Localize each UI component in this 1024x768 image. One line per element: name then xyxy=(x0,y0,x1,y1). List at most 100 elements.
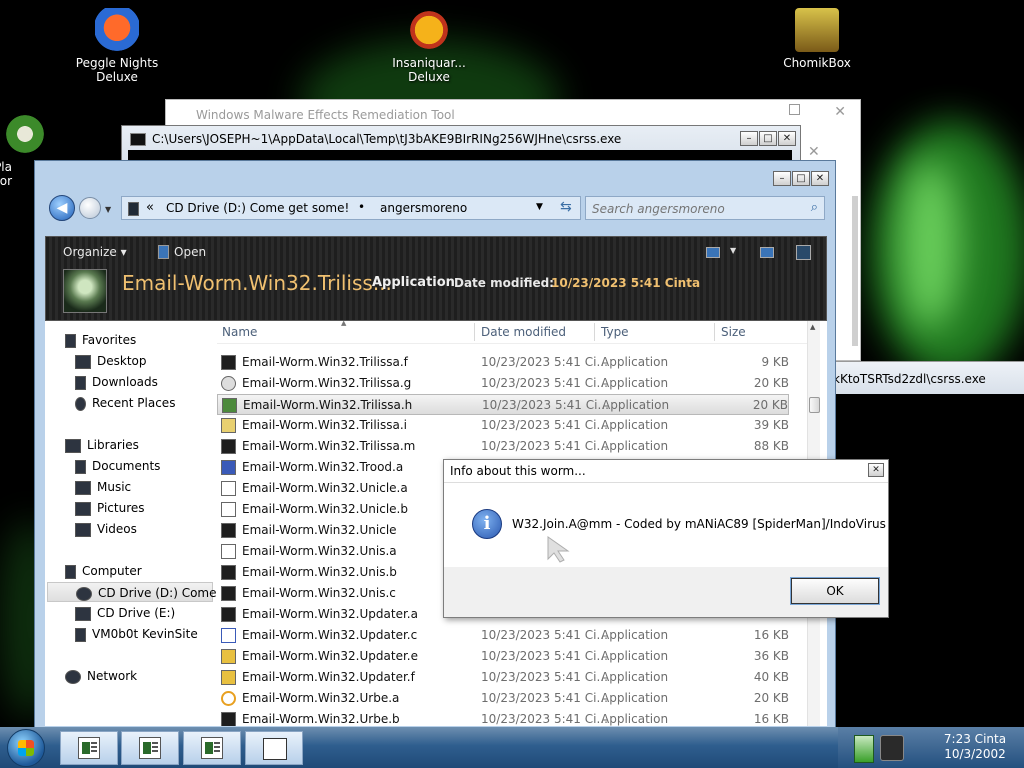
nav-libraries[interactable]: Libraries xyxy=(65,435,139,455)
file-type: Application xyxy=(602,398,670,412)
nav-recent-places[interactable]: Recent Places xyxy=(75,393,175,413)
column-header-date[interactable]: Date modified xyxy=(481,321,566,343)
table-row[interactable]: Email-Worm.Win32.Updater.f 10/23/2023 5:4… xyxy=(217,667,789,688)
start-button[interactable] xyxy=(7,729,45,767)
green-glow xyxy=(900,160,960,330)
file-size: 9 KB xyxy=(761,355,789,369)
column-headers: Name ▲ Date modified Type Size xyxy=(217,321,817,344)
nav-downloads[interactable]: Downloads xyxy=(75,372,158,392)
nav-desktop[interactable]: Desktop xyxy=(75,351,147,371)
table-row[interactable]: Email-Worm.Win32.Updater.e 10/23/2023 5:4… xyxy=(217,646,789,667)
search-icon[interactable]: ⌕ xyxy=(811,200,818,215)
tray-clock[interactable]: 7:23 Cinta 10/3/2002 xyxy=(932,732,1018,762)
file-date: 10/23/2023 5:41 Ci... xyxy=(481,376,608,390)
desktop-icon-insaniquarium[interactable]: Insaniquar... Deluxe xyxy=(374,8,484,84)
column-header-type[interactable]: Type xyxy=(601,321,629,343)
open-button[interactable]: Open xyxy=(174,245,206,259)
taskbar-item-1[interactable] xyxy=(60,731,118,765)
info-dialog[interactable]: Info about this worm... ✕ i W32.Join.A@m… xyxy=(443,459,889,618)
file-name: Email-Worm.Win32.Urbe.b xyxy=(242,712,400,726)
desktop-icon-chomikbox[interactable]: ChomikBox xyxy=(762,8,872,70)
table-row[interactable]: Email-Worm.Win32.Trilissa.g 10/23/2023 5:… xyxy=(217,373,789,394)
views-icon[interactable] xyxy=(706,247,720,258)
help-icon[interactable] xyxy=(796,245,811,260)
scroll-up-icon[interactable]: ▲ xyxy=(810,323,815,331)
videos-icon xyxy=(75,522,91,537)
table-row[interactable]: Email-Worm.Win32.Trilissa.f 10/23/2023 5:… xyxy=(217,352,789,373)
organize-button[interactable]: Organize ▾ xyxy=(63,245,127,259)
close-button[interactable]: ✕ xyxy=(811,171,829,186)
explorer-window[interactable]: – □ ✕ ◀ ▼ « CD Drive (D:) Come get some!… xyxy=(34,160,836,732)
desktop-icon-label: Peggle Nights Deluxe xyxy=(75,56,159,84)
breadcrumb-back[interactable]: « xyxy=(146,200,154,215)
nav-music[interactable]: Music xyxy=(75,477,131,497)
table-row[interactable]: Email-Worm.Win32.Trilissa.i 10/23/2023 5:… xyxy=(217,415,789,436)
breadcrumb-cd-drive[interactable]: CD Drive (D:) Come get some! xyxy=(166,201,349,215)
taskbar-item-2[interactable] xyxy=(121,731,179,765)
music-icon xyxy=(75,480,91,495)
nav-pictures[interactable]: Pictures xyxy=(75,498,145,518)
table-row[interactable]: Email-Worm.Win32.Urbe.a 10/23/2023 5:41 C… xyxy=(217,688,789,709)
nav-videos[interactable]: Videos xyxy=(75,519,137,539)
taskbar-item-explorer[interactable] xyxy=(245,731,303,765)
nav-computer[interactable]: Computer xyxy=(65,561,142,581)
chevron-down-icon[interactable]: ▼ xyxy=(536,202,543,212)
chevron-down-icon[interactable]: ▼ xyxy=(730,246,736,255)
table-row-selected[interactable]: Email-Worm.Win32.Trilissa.h 10/23/2023 5:… xyxy=(217,394,789,415)
file-size: 36 KB xyxy=(753,649,789,663)
file-type: Application xyxy=(601,712,669,726)
file-date: 10/23/2023 5:41 Ci... xyxy=(481,628,608,642)
recent-pages-icon[interactable]: ▼ xyxy=(105,205,111,214)
table-row[interactable]: Email-Worm.Win32.Trilissa.m 10/23/2023 5:… xyxy=(217,436,789,457)
tray-app-icon[interactable] xyxy=(880,735,904,761)
forward-button[interactable] xyxy=(79,197,101,219)
address-bar[interactable]: « CD Drive (D:) Come get some! • angersm… xyxy=(121,196,581,220)
scrollbar[interactable] xyxy=(852,196,858,346)
file-name: Email-Worm.Win32.Updater.a xyxy=(242,607,418,621)
table-row[interactable]: Email-Worm.Win32.Updater.c 10/23/2023 5:4… xyxy=(217,625,789,646)
file-type: Application xyxy=(601,418,669,432)
command-bar: Organize ▾ Open ▼ Email-Worm.Win32.Trili… xyxy=(45,236,827,321)
minimize-button[interactable]: – xyxy=(740,131,758,146)
file-icon xyxy=(221,712,236,726)
maximize-button[interactable]: □ xyxy=(792,171,810,186)
refresh-icon[interactable]: ⇆ xyxy=(560,199,572,215)
column-header-size[interactable]: Size xyxy=(721,321,746,343)
ok-button[interactable]: OK xyxy=(790,577,880,605)
minimize-button[interactable]: – xyxy=(773,171,791,186)
maximize-icon[interactable] xyxy=(789,104,800,115)
breadcrumb-folder[interactable]: angersmoreno xyxy=(380,201,467,215)
nav-network[interactable]: Network xyxy=(65,666,137,686)
file-name: Email-Worm.Win32.Unicle xyxy=(242,523,397,537)
file-date: 10/23/2023 5:41 Ci... xyxy=(481,355,608,369)
libraries-icon xyxy=(65,438,81,453)
nav-favorites[interactable]: Favorites xyxy=(65,330,136,350)
recent-places-icon xyxy=(75,396,86,411)
nav-label: Music xyxy=(97,480,132,494)
column-header-name[interactable]: Name xyxy=(222,321,257,343)
search-box[interactable]: ⌕ xyxy=(585,196,825,220)
file-size: 20 KB xyxy=(753,376,789,390)
file-thumbnail xyxy=(63,269,107,313)
close-button[interactable]: ✕ xyxy=(778,131,796,146)
desktop-icon-peggle[interactable]: Peggle Nights Deluxe xyxy=(62,8,172,84)
nav-vm-kevinsite[interactable]: VM0b0t KevinSite xyxy=(75,624,198,644)
pictures-icon xyxy=(75,501,91,516)
preview-pane-icon[interactable] xyxy=(760,247,774,258)
console-window-2[interactable]: kKtoTSRTsd2zdl\csrss.exe xyxy=(828,361,1024,395)
nav-documents[interactable]: Documents xyxy=(75,456,160,476)
nav-cd-drive-e[interactable]: CD Drive (E:) xyxy=(75,603,175,623)
column-separator xyxy=(714,323,715,341)
nav-cd-drive-d[interactable]: CD Drive (D:) Come xyxy=(47,582,217,602)
taskbar-item-3[interactable] xyxy=(183,731,241,765)
close-icon[interactable]: ✕ xyxy=(808,144,820,160)
file-name: Email-Worm.Win32.Unis.c xyxy=(242,586,396,600)
table-row[interactable]: Email-Worm.Win32.Urbe.b 10/23/2023 5:41 C… xyxy=(217,709,789,726)
search-input[interactable] xyxy=(590,199,794,219)
back-button[interactable]: ◀ xyxy=(49,195,75,221)
maximize-button[interactable]: □ xyxy=(759,131,777,146)
scroll-thumb[interactable] xyxy=(809,397,820,413)
close-button[interactable]: ✕ xyxy=(868,463,884,477)
show-desktop-icon[interactable] xyxy=(854,735,874,763)
close-icon[interactable]: ✕ xyxy=(834,104,846,120)
